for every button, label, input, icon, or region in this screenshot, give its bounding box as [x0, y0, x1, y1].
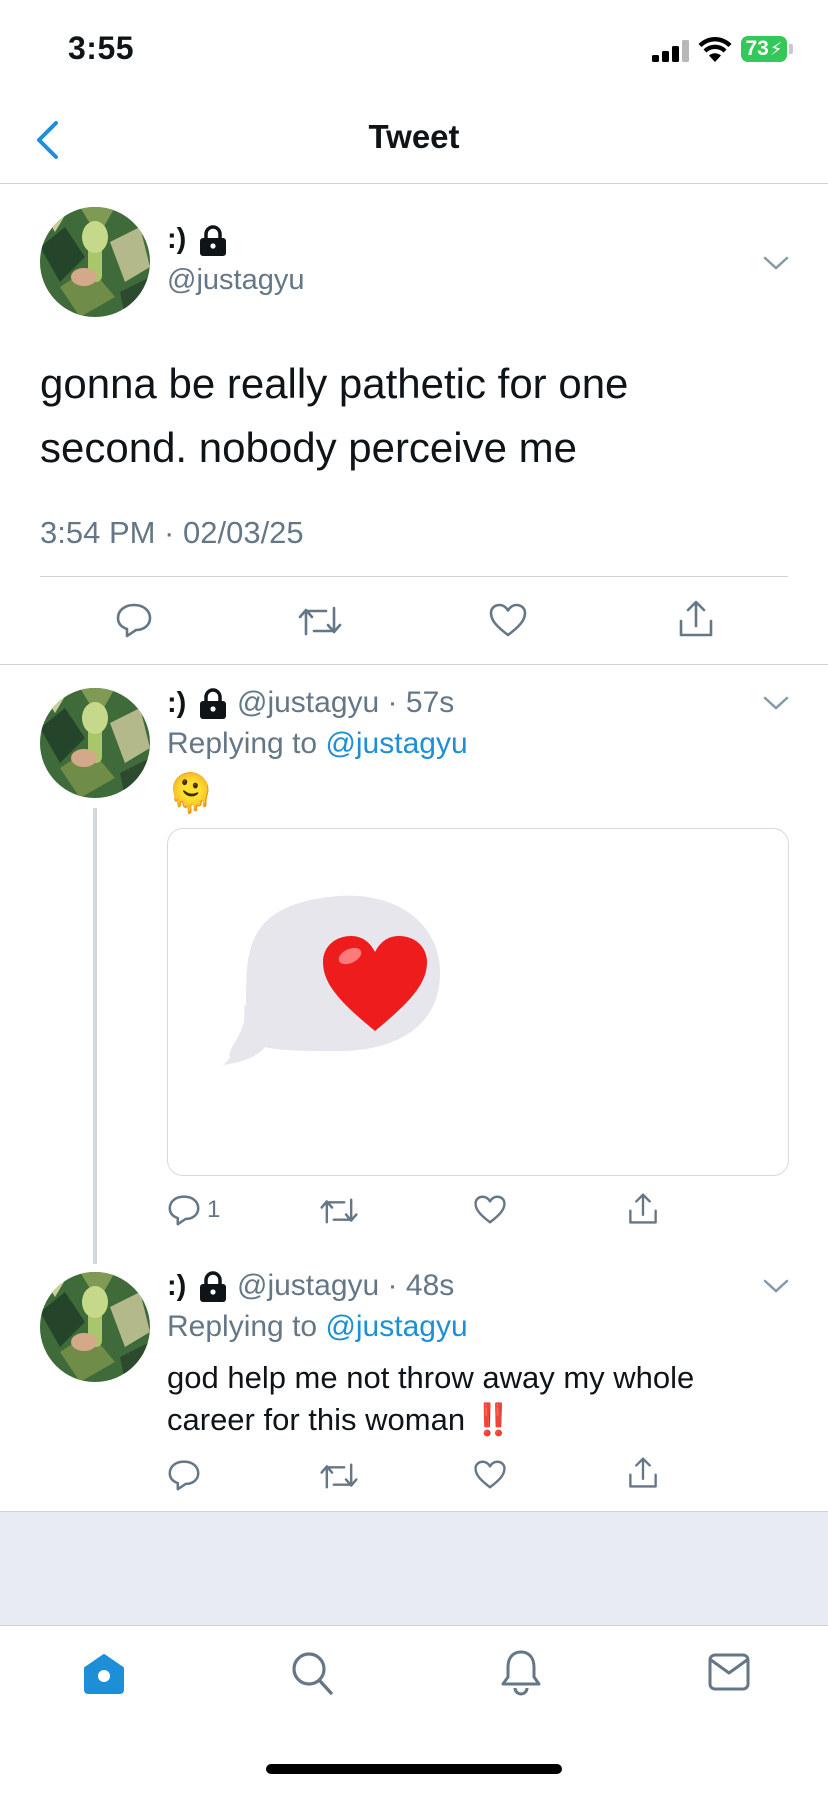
- nav-divider: [0, 183, 828, 184]
- status-time: 3:55: [68, 30, 135, 66]
- meta-dot: ·: [387, 686, 398, 719]
- reply-text-line: god help me not throw away my whole: [167, 1360, 695, 1395]
- battery-indicator: 73 ⚡: [741, 36, 787, 62]
- messages-icon: [708, 1653, 750, 1691]
- lock-icon: [198, 225, 228, 257]
- replying-to-link[interactable]: @justagyu: [325, 727, 467, 760]
- share-icon: [629, 1457, 657, 1488]
- like-icon: [474, 1195, 506, 1224]
- battery-level: 73: [745, 37, 769, 60]
- reply-text-line: career for this woman ‼️: [167, 1399, 694, 1441]
- chevron-down-icon[interactable]: [762, 254, 790, 277]
- retweet-icon: [298, 606, 342, 636]
- double-exclamation-emoji: ‼️: [473, 1402, 513, 1437]
- avatar[interactable]: [40, 688, 150, 798]
- tab-search[interactable]: [290, 1650, 334, 1701]
- retweet-icon: [320, 1198, 358, 1224]
- home-icon: [84, 1654, 124, 1694]
- handle[interactable]: @justagyu: [167, 264, 304, 297]
- reply-button[interactable]: [115, 602, 153, 638]
- home-indicator[interactable]: [266, 1764, 562, 1774]
- reply-text-part: career for this woman: [167, 1402, 466, 1437]
- heart-emoji-image: [320, 934, 430, 1039]
- reply-emoji: 🫠: [167, 773, 215, 815]
- avatar[interactable]: [40, 207, 150, 317]
- media-card[interactable]: [167, 828, 789, 1176]
- like-button[interactable]: [473, 1459, 507, 1490]
- speech-bubble-image: [223, 895, 441, 1065]
- share-button[interactable]: [677, 599, 715, 639]
- replying-to-label: Replying to: [167, 727, 318, 760]
- chevron-down-icon[interactable]: [762, 694, 790, 717]
- share-icon: [679, 600, 713, 637]
- replying-to-label: Replying to: [167, 1310, 318, 1343]
- handle[interactable]: @justagyu: [237, 1269, 379, 1302]
- notifications-icon: [501, 1650, 541, 1696]
- display-name: :): [167, 1270, 187, 1302]
- like-button[interactable]: [473, 1194, 507, 1225]
- reply-icon: [168, 1460, 200, 1491]
- tab-notifications[interactable]: [499, 1648, 543, 1701]
- tweet-text: gonna be really pathetic for one second.…: [40, 352, 628, 480]
- tweet-text-line: second. nobody perceive me: [40, 424, 577, 471]
- tab-home[interactable]: [82, 1652, 126, 1701]
- retweet-button[interactable]: [319, 1196, 359, 1226]
- share-icon: [629, 1193, 657, 1224]
- display-name: :): [167, 223, 187, 255]
- share-button[interactable]: [627, 1456, 659, 1490]
- reply-age: 48s: [405, 1269, 455, 1302]
- thread-line: [93, 808, 97, 1264]
- reply-meta: @justagyu · 48s: [237, 1269, 454, 1303]
- display-name: :): [167, 687, 187, 719]
- timestamp-divider: [40, 576, 788, 577]
- signal-icon: [652, 40, 690, 67]
- retweet-button[interactable]: [297, 604, 343, 638]
- replying-to: Replying to @justagyu: [167, 727, 468, 761]
- reply-button[interactable]: [167, 1459, 201, 1491]
- tweet-timestamp: 3:54 PM · 02/03/25: [40, 515, 304, 550]
- wifi-icon: [698, 36, 732, 67]
- reply-icon: [116, 603, 152, 638]
- like-icon: [474, 1460, 506, 1489]
- replying-to: Replying to @justagyu: [167, 1310, 468, 1344]
- reply-icon: [168, 1195, 200, 1226]
- retweet-button[interactable]: [319, 1461, 359, 1491]
- avatar[interactable]: [40, 1272, 150, 1382]
- retweet-icon: [320, 1463, 358, 1489]
- search-icon: [292, 1652, 333, 1695]
- like-icon: [489, 603, 527, 637]
- replying-to-link[interactable]: @justagyu: [325, 1310, 467, 1343]
- like-button[interactable]: [488, 602, 528, 638]
- lock-icon: [198, 688, 228, 720]
- tweet-text-line: gonna be really pathetic for one: [40, 360, 629, 407]
- reply-button[interactable]: 1: [167, 1194, 220, 1226]
- reply-count: 1: [207, 1196, 221, 1223]
- reply-meta: @justagyu · 57s: [237, 686, 454, 720]
- battery-tip: [789, 44, 793, 54]
- handle[interactable]: @justagyu: [237, 686, 379, 719]
- lock-icon: [198, 1271, 228, 1303]
- share-button[interactable]: [627, 1192, 659, 1226]
- page-title: Tweet: [368, 118, 460, 155]
- chevron-down-icon[interactable]: [762, 1277, 790, 1300]
- reply-age: 57s: [405, 686, 455, 719]
- thread-end-area: [0, 1511, 828, 1626]
- main-tweet-divider: [0, 664, 828, 665]
- reply-text: god help me not throw away my whole care…: [167, 1357, 694, 1441]
- tab-messages[interactable]: [707, 1652, 751, 1697]
- meta-dot: ·: [387, 1269, 398, 1302]
